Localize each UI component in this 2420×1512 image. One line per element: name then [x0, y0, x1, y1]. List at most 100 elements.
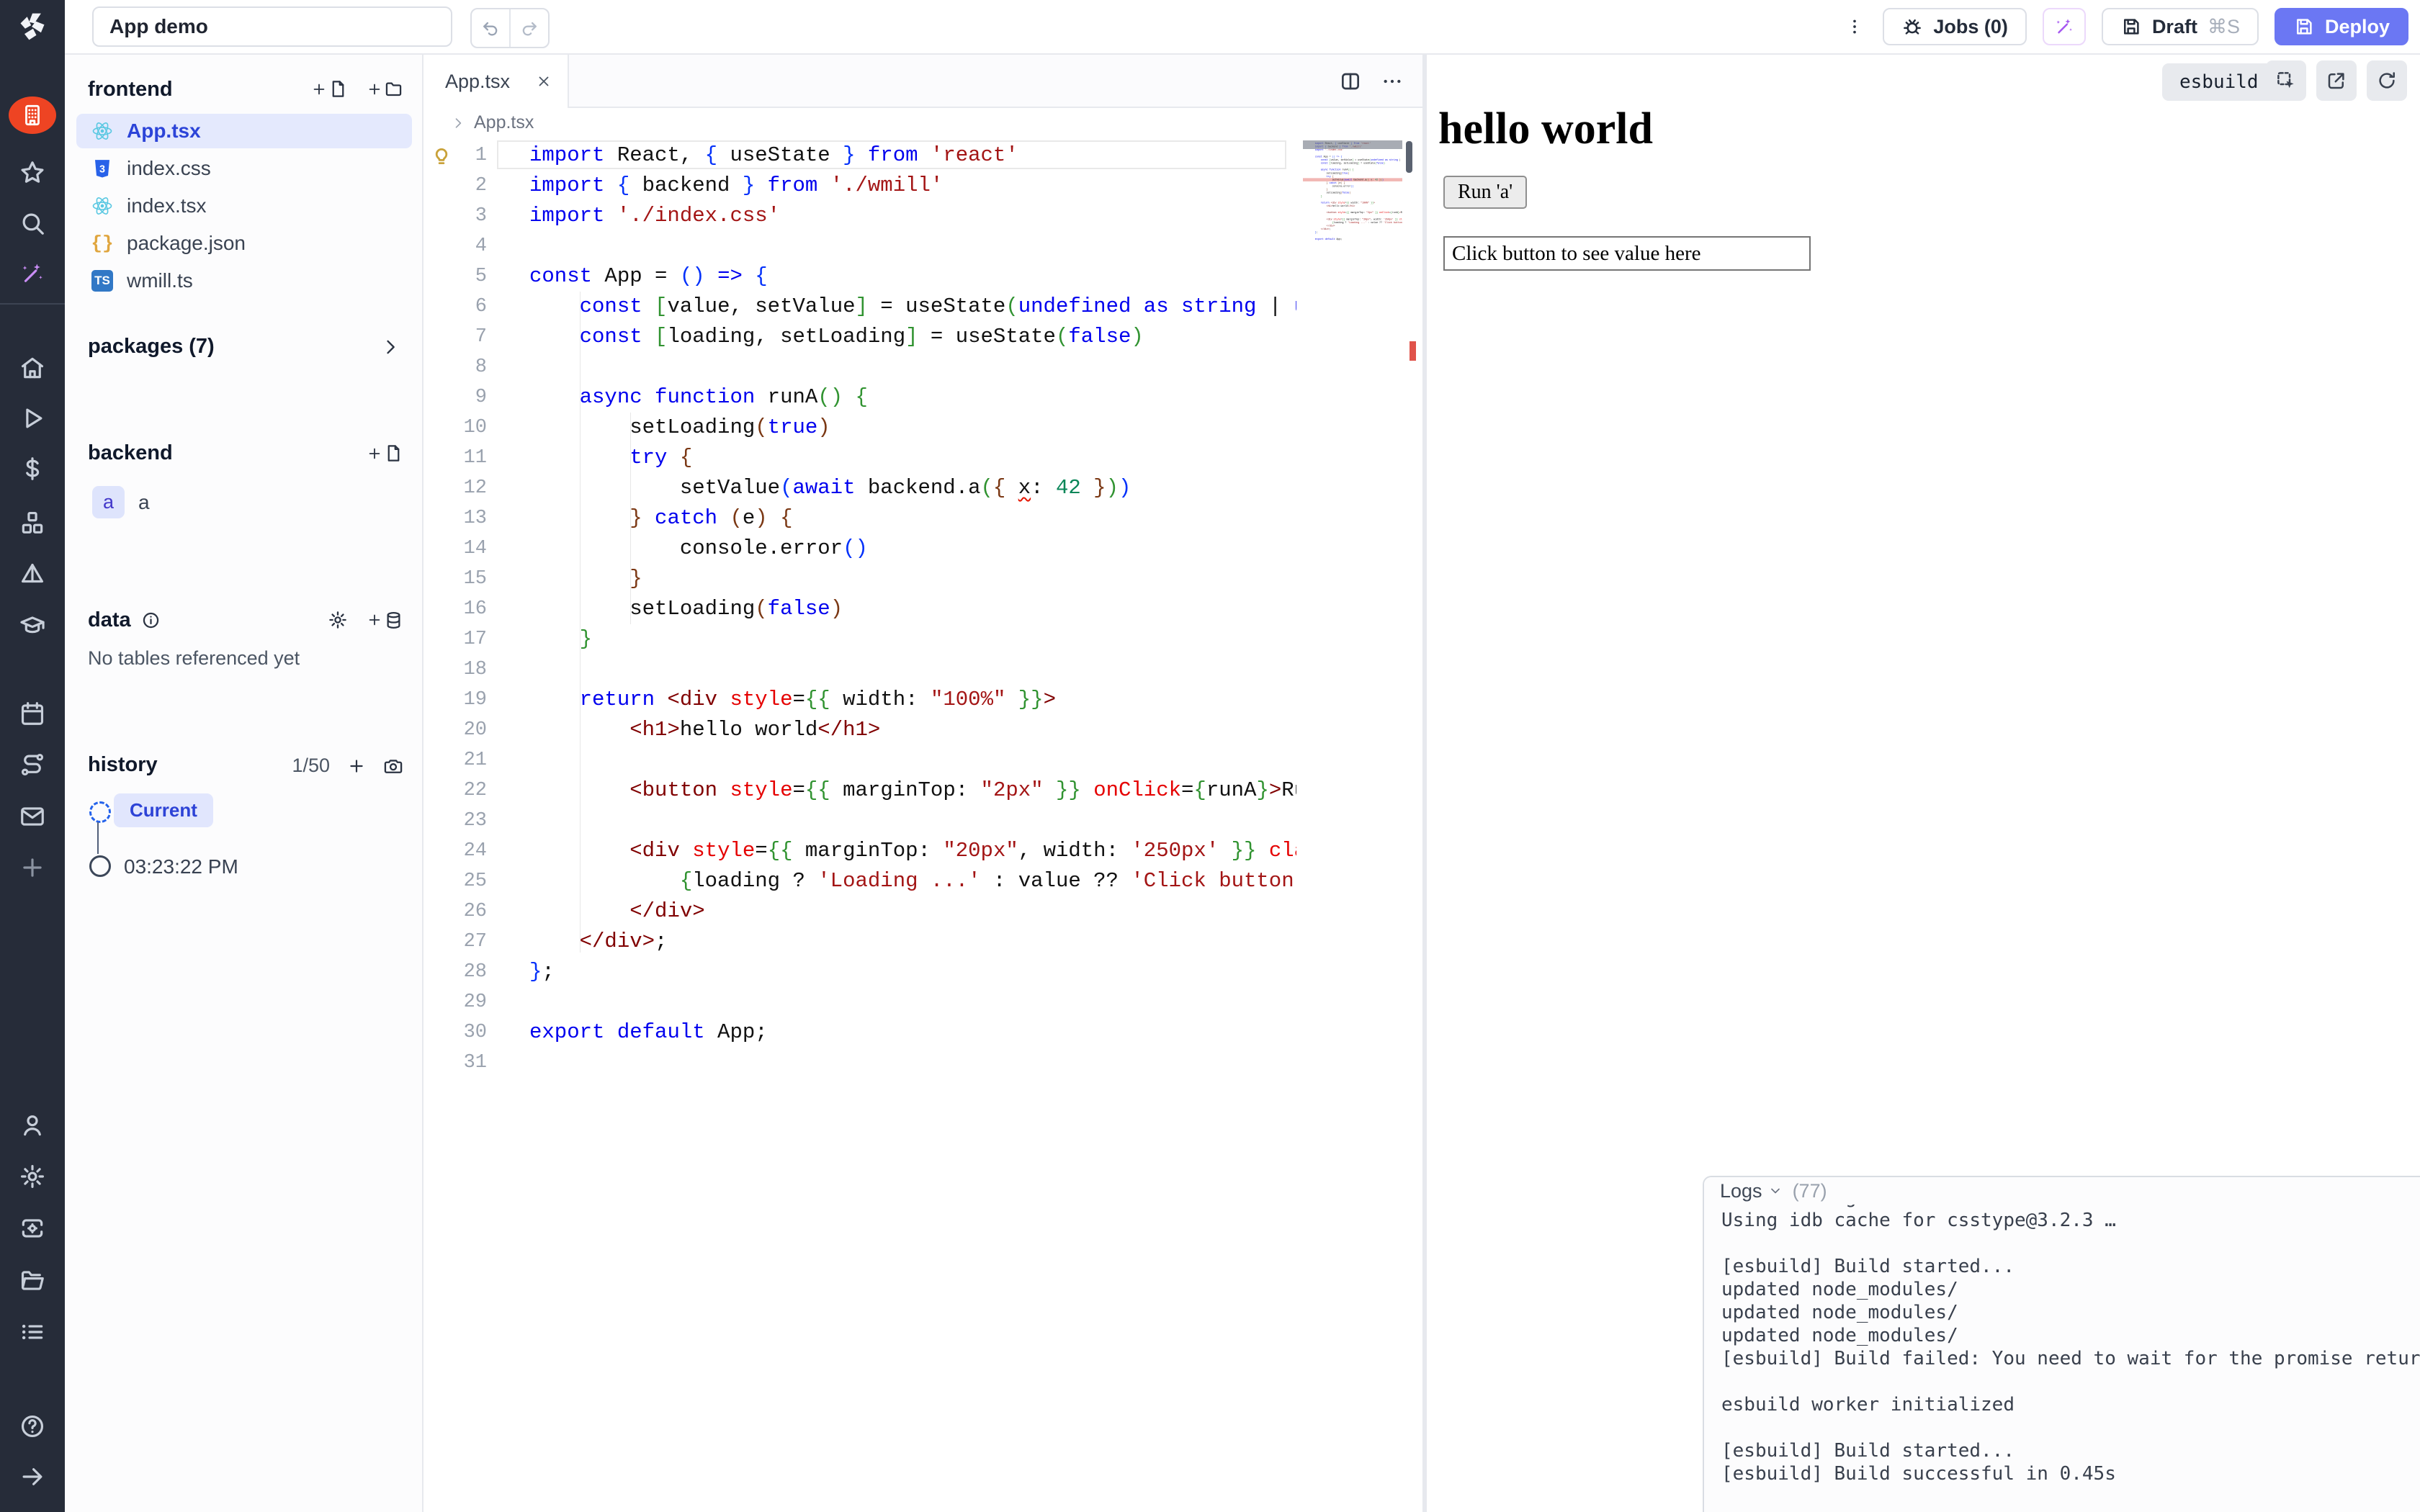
- rail-item-cubes[interactable]: [0, 502, 65, 544]
- rail-item-user[interactable]: [0, 1104, 65, 1146]
- rail-item-calendar[interactable]: [0, 693, 65, 734]
- code-line-18[interactable]: [424, 654, 1296, 685]
- data-settings-gear-icon[interactable]: [328, 610, 348, 630]
- draft-button[interactable]: Draft ⌘S: [2102, 8, 2259, 45]
- code-line-24[interactable]: <div style={{ marginTop: "20px", width: …: [424, 836, 1296, 866]
- undo-button[interactable]: [472, 9, 509, 47]
- editor-more-icon[interactable]: [1381, 70, 1404, 93]
- backend-script-badge[interactable]: a: [92, 486, 125, 518]
- code-line-21[interactable]: [424, 745, 1296, 775]
- deploy-button[interactable]: Deploy: [2275, 8, 2408, 45]
- packages-expand-chevron[interactable]: [380, 337, 400, 357]
- history-entry-current[interactable]: Current: [114, 793, 213, 827]
- editor-scrollbar-thumb[interactable]: [1406, 141, 1412, 173]
- file-package.json[interactable]: {}package.json: [76, 226, 412, 261]
- editor-tabbar: App.tsx: [424, 55, 1422, 108]
- add-snapshot-plus-icon[interactable]: [347, 757, 366, 775]
- minimap-slider[interactable]: [1303, 140, 1402, 149]
- code-line-10[interactable]: setLoading(true): [424, 413, 1296, 443]
- rail-item-mail[interactable]: [0, 796, 65, 837]
- info-icon[interactable]: [141, 611, 161, 630]
- windmill-logo-icon[interactable]: [17, 11, 48, 42]
- code-line-17[interactable]: }: [424, 624, 1296, 654]
- ai-wand-button[interactable]: [2043, 8, 2086, 45]
- code-line-5[interactable]: const App = () => {: [424, 261, 1296, 292]
- rail-item-worker-group[interactable]: [0, 1207, 65, 1249]
- log-line: updated node_modules/: [1721, 1324, 2420, 1347]
- add-folder-button[interactable]: [367, 79, 403, 99]
- code-line-30[interactable]: export default App;: [424, 1017, 1296, 1048]
- split-view-icon[interactable]: [1339, 70, 1362, 93]
- rail-item-help-circle[interactable]: [0, 1405, 65, 1447]
- code-line-29[interactable]: [424, 987, 1296, 1017]
- open-external-button[interactable]: [2316, 60, 2357, 101]
- code-line-25[interactable]: {loading ? 'Loading ...' : value ?? 'Cli…: [424, 866, 1296, 896]
- file-wmill.ts[interactable]: TSwmill.ts: [76, 264, 412, 298]
- code-line-26[interactable]: </div>: [424, 896, 1296, 927]
- file-App.tsx[interactable]: App.tsx: [76, 114, 412, 148]
- code-line-13[interactable]: } catch (e) {: [424, 503, 1296, 534]
- file-index.tsx[interactable]: index.tsx: [76, 189, 412, 223]
- code-line-31[interactable]: [424, 1048, 1296, 1078]
- code-line-16[interactable]: setLoading(false): [424, 594, 1296, 624]
- add-database-button[interactable]: [367, 611, 403, 630]
- rail-item-play[interactable]: [0, 397, 65, 439]
- rail-item-folder[interactable]: [0, 1259, 65, 1301]
- code-line-20[interactable]: <h1>hello world</h1>: [424, 715, 1296, 745]
- rail-item-magic-wand[interactable]: [0, 253, 65, 294]
- rail-item-list[interactable]: [0, 1311, 65, 1353]
- rail-item-plus[interactable]: [0, 847, 65, 888]
- backend-script-name[interactable]: a: [138, 491, 150, 514]
- camera-icon[interactable]: [383, 756, 403, 776]
- rail-item-dollar[interactable]: [0, 448, 65, 490]
- magic-wand-icon: [19, 260, 46, 287]
- code-line-6[interactable]: const [value, setValue] = useState(undef…: [424, 292, 1296, 322]
- value-display-input[interactable]: [1443, 236, 1811, 271]
- minimap[interactable]: import React, { useState } from 'react'i…: [1303, 142, 1402, 1509]
- rail-item-home[interactable]: [0, 347, 65, 389]
- rail-item-graduation-cap[interactable]: [0, 605, 65, 647]
- rail-item-star[interactable]: [0, 152, 65, 194]
- code-line-27[interactable]: </div>;: [424, 927, 1296, 957]
- file-index.css[interactable]: 3index.css: [76, 151, 412, 186]
- redo-button[interactable]: [509, 9, 548, 47]
- code-line-3[interactable]: import './index.css': [424, 201, 1296, 231]
- code-line-19[interactable]: return <div style={{ width: "100%" }}>: [424, 685, 1296, 715]
- code-line-4[interactable]: [424, 231, 1296, 261]
- close-tab-icon[interactable]: [536, 73, 552, 89]
- logs-dropdown[interactable]: Logs: [1720, 1180, 1783, 1202]
- jobs-button[interactable]: Jobs (0): [1883, 8, 2027, 45]
- code-line-11[interactable]: try {: [424, 443, 1296, 473]
- history-current-node[interactable]: [89, 801, 111, 823]
- code-line-15[interactable]: }: [424, 564, 1296, 594]
- rail-item-workspace-building[interactable]: [0, 94, 65, 136]
- app-name-input[interactable]: [92, 6, 452, 47]
- code-line-2[interactable]: import { backend } from './wmill': [424, 171, 1296, 201]
- code-line-23[interactable]: [424, 806, 1296, 836]
- code-line-7[interactable]: const [loading, setLoading] = useState(f…: [424, 322, 1296, 352]
- rail-item-pyramid[interactable]: [0, 554, 65, 595]
- rail-item-search[interactable]: [0, 202, 65, 244]
- code-line-12[interactable]: setValue(await backend.a({ x: 42 })): [424, 473, 1296, 503]
- code-line-22[interactable]: <button style={{ marginTop: "2px" }} onC…: [424, 775, 1296, 806]
- rail-item-arrow-right[interactable]: [0, 1456, 65, 1498]
- refresh-button[interactable]: [2367, 60, 2407, 101]
- code-line-8[interactable]: [424, 352, 1296, 382]
- code-line-14[interactable]: console.error(): [424, 534, 1296, 564]
- component-picker-button[interactable]: [2266, 60, 2306, 101]
- code-content[interactable]: import React, { useState } from 'react'i…: [424, 140, 1296, 1512]
- history-snapshot-node[interactable]: [89, 855, 111, 877]
- add-file-button[interactable]: [311, 79, 348, 99]
- tab-app-tsx[interactable]: App.tsx: [424, 55, 569, 108]
- add-backend-script-button[interactable]: [367, 444, 403, 463]
- breadcrumb[interactable]: App.tsx: [451, 112, 534, 133]
- code-line-1[interactable]: import React, { useState } from 'react': [424, 140, 1296, 171]
- code-line-28[interactable]: };: [424, 957, 1296, 987]
- rail-item-gear[interactable]: [0, 1156, 65, 1197]
- logs-output[interactable]: Initializing esbuild worker...Using idb …: [1721, 1186, 2420, 1485]
- rail-item-route[interactable]: [0, 744, 65, 786]
- code-line-9[interactable]: async function runA() {: [424, 382, 1296, 413]
- more-menu-icon[interactable]: [1842, 8, 1867, 45]
- history-entry-timestamp[interactable]: 03:23:22 PM: [124, 855, 238, 878]
- run-a-button[interactable]: Run 'a': [1443, 176, 1527, 209]
